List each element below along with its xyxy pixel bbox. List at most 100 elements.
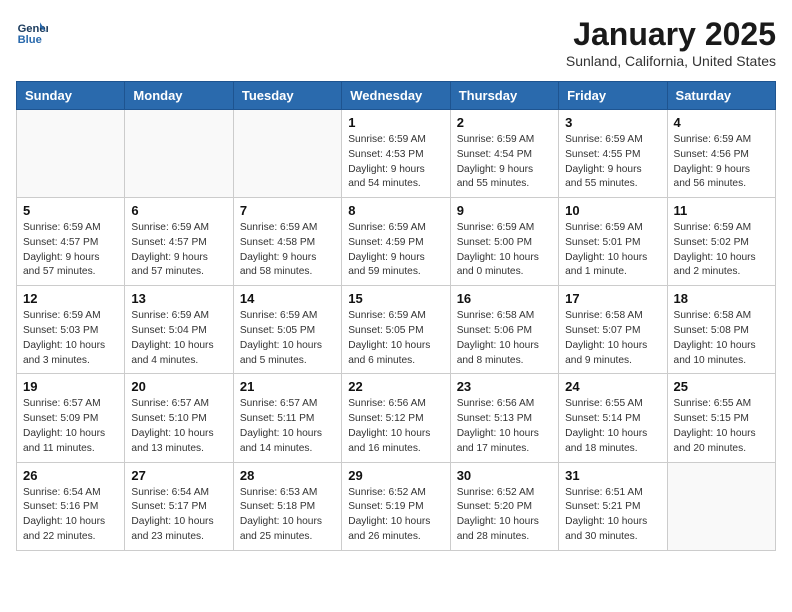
month-title: January 2025 [566,16,776,53]
calendar-week-row: 5 Sunrise: 6:59 AM Sunset: 4:57 PM Daylig… [17,198,776,286]
day-info: Sunrise: 6:54 AM Sunset: 5:17 PM Dayligh… [131,486,226,545]
calendar-cell: 27 Sunrise: 6:54 AM Sunset: 5:17 PM Dayli… [125,462,233,550]
calendar-table: Sunday Monday Tuesday Wednesday Thursday… [16,81,776,551]
day-number: 19 [23,379,118,394]
day-number: 10 [565,203,660,218]
day-info: Sunrise: 6:59 AM Sunset: 5:04 PM Dayligh… [131,309,226,368]
day-number: 17 [565,291,660,306]
calendar-cell: 8 Sunrise: 6:59 AM Sunset: 4:59 PM Daylig… [342,198,450,286]
day-info: Sunrise: 6:59 AM Sunset: 4:57 PM Dayligh… [131,221,226,280]
day-number: 7 [240,203,335,218]
svg-text:Blue: Blue [18,34,42,46]
day-info: Sunrise: 6:57 AM Sunset: 5:10 PM Dayligh… [131,397,226,456]
day-info: Sunrise: 6:52 AM Sunset: 5:19 PM Dayligh… [348,486,443,545]
calendar-cell: 18 Sunrise: 6:58 AM Sunset: 5:08 PM Dayli… [667,286,775,374]
calendar-cell: 7 Sunrise: 6:59 AM Sunset: 4:58 PM Daylig… [233,198,341,286]
day-number: 30 [457,468,552,483]
calendar-cell: 24Sunrise: 6:55 AM Sunset: 5:14 PM Dayli… [559,374,667,462]
calendar-cell: 9 Sunrise: 6:59 AM Sunset: 5:00 PM Daylig… [450,198,558,286]
day-info: Sunrise: 6:58 AM Sunset: 5:08 PM Dayligh… [674,309,769,368]
col-thursday: Thursday [450,82,558,110]
calendar-cell: 20 Sunrise: 6:57 AM Sunset: 5:10 PM Dayli… [125,374,233,462]
day-info: Sunrise: 6:59 AM Sunset: 5:00 PM Dayligh… [457,221,552,280]
day-info: Sunrise: 6:59 AM Sunset: 5:01 PM Dayligh… [565,221,660,280]
day-number: 16 [457,291,552,306]
day-info: Sunrise: 6:59 AM Sunset: 4:58 PM Dayligh… [240,221,335,280]
day-number: 9 [457,203,552,218]
col-friday: Friday [559,82,667,110]
day-number: 26 [23,468,118,483]
day-number: 8 [348,203,443,218]
day-number: 6 [131,203,226,218]
day-info: Sunrise: 6:53 AM Sunset: 5:18 PM Dayligh… [240,486,335,545]
title-block: January 2025 Sunland, California, United… [566,16,776,69]
day-number: 18 [674,291,769,306]
day-number: 3 [565,115,660,130]
calendar-cell: 17 Sunrise: 6:58 AM Sunset: 5:07 PM Dayli… [559,286,667,374]
calendar-week-row: 1 Sunrise: 6:59 AM Sunset: 4:53 PM Daylig… [17,110,776,198]
day-info: Sunrise: 6:52 AM Sunset: 5:20 PM Dayligh… [457,486,552,545]
day-number: 1 [348,115,443,130]
location: Sunland, California, United States [566,53,776,69]
calendar-header-row: Sunday Monday Tuesday Wednesday Thursday… [17,82,776,110]
day-info: Sunrise: 6:57 AM Sunset: 5:11 PM Dayligh… [240,397,335,456]
day-info: Sunrise: 6:59 AM Sunset: 4:56 PM Dayligh… [674,133,769,192]
day-info: Sunrise: 6:59 AM Sunset: 5:03 PM Dayligh… [23,309,118,368]
day-number: 31 [565,468,660,483]
day-info: Sunrise: 6:56 AM Sunset: 5:12 PM Dayligh… [348,397,443,456]
day-number: 5 [23,203,118,218]
day-info: Sunrise: 6:59 AM Sunset: 4:53 PM Dayligh… [348,133,443,192]
calendar-cell: 4 Sunrise: 6:59 AM Sunset: 4:56 PM Daylig… [667,110,775,198]
logo: General Blue [16,16,48,48]
calendar-week-row: 26 Sunrise: 6:54 AM Sunset: 5:16 PM Dayli… [17,462,776,550]
calendar-cell: 13 Sunrise: 6:59 AM Sunset: 5:04 PM Dayli… [125,286,233,374]
day-number: 2 [457,115,552,130]
calendar-week-row: 19 Sunrise: 6:57 AM Sunset: 5:09 PM Dayli… [17,374,776,462]
calendar-cell: 22Sunrise: 6:56 AM Sunset: 5:12 PM Dayli… [342,374,450,462]
calendar-cell: 12 Sunrise: 6:59 AM Sunset: 5:03 PM Dayli… [17,286,125,374]
calendar-cell: 19 Sunrise: 6:57 AM Sunset: 5:09 PM Dayli… [17,374,125,462]
day-info: Sunrise: 6:59 AM Sunset: 4:59 PM Dayligh… [348,221,443,280]
calendar-cell: 31Sunrise: 6:51 AM Sunset: 5:21 PM Dayli… [559,462,667,550]
page-header: General Blue January 2025 Sunland, Calif… [16,16,776,69]
col-monday: Monday [125,82,233,110]
calendar-cell: 29Sunrise: 6:52 AM Sunset: 5:19 PM Dayli… [342,462,450,550]
day-info: Sunrise: 6:55 AM Sunset: 5:14 PM Dayligh… [565,397,660,456]
day-info: Sunrise: 6:59 AM Sunset: 4:55 PM Dayligh… [565,133,660,192]
day-info: Sunrise: 6:55 AM Sunset: 5:15 PM Dayligh… [674,397,769,456]
calendar-week-row: 12 Sunrise: 6:59 AM Sunset: 5:03 PM Dayli… [17,286,776,374]
day-number: 23 [457,379,552,394]
calendar-cell: 10 Sunrise: 6:59 AM Sunset: 5:01 PM Dayli… [559,198,667,286]
day-number: 25 [674,379,769,394]
calendar-cell [17,110,125,198]
day-info: Sunrise: 6:59 AM Sunset: 4:57 PM Dayligh… [23,221,118,280]
calendar-cell: 3 Sunrise: 6:59 AM Sunset: 4:55 PM Daylig… [559,110,667,198]
day-number: 11 [674,203,769,218]
calendar-cell: 14 Sunrise: 6:59 AM Sunset: 5:05 PM Dayli… [233,286,341,374]
day-info: Sunrise: 6:59 AM Sunset: 5:05 PM Dayligh… [348,309,443,368]
day-info: Sunrise: 6:58 AM Sunset: 5:07 PM Dayligh… [565,309,660,368]
calendar-cell: 2 Sunrise: 6:59 AM Sunset: 4:54 PM Daylig… [450,110,558,198]
calendar-cell: 15 Sunrise: 6:59 AM Sunset: 5:05 PM Dayli… [342,286,450,374]
day-number: 12 [23,291,118,306]
calendar-cell [125,110,233,198]
calendar-cell [233,110,341,198]
day-info: Sunrise: 6:56 AM Sunset: 5:13 PM Dayligh… [457,397,552,456]
day-number: 14 [240,291,335,306]
day-number: 13 [131,291,226,306]
col-wednesday: Wednesday [342,82,450,110]
day-info: Sunrise: 6:57 AM Sunset: 5:09 PM Dayligh… [23,397,118,456]
calendar-cell: 1 Sunrise: 6:59 AM Sunset: 4:53 PM Daylig… [342,110,450,198]
day-number: 20 [131,379,226,394]
day-info: Sunrise: 6:59 AM Sunset: 5:05 PM Dayligh… [240,309,335,368]
day-number: 15 [348,291,443,306]
calendar-cell: 11 Sunrise: 6:59 AM Sunset: 5:02 PM Dayli… [667,198,775,286]
day-number: 4 [674,115,769,130]
day-info: Sunrise: 6:54 AM Sunset: 5:16 PM Dayligh… [23,486,118,545]
day-info: Sunrise: 6:59 AM Sunset: 4:54 PM Dayligh… [457,133,552,192]
calendar-cell: 25 Sunrise: 6:55 AM Sunset: 5:15 PM Dayli… [667,374,775,462]
day-number: 27 [131,468,226,483]
calendar-cell: 5 Sunrise: 6:59 AM Sunset: 4:57 PM Daylig… [17,198,125,286]
day-info: Sunrise: 6:59 AM Sunset: 5:02 PM Dayligh… [674,221,769,280]
calendar-cell: 26 Sunrise: 6:54 AM Sunset: 5:16 PM Dayli… [17,462,125,550]
